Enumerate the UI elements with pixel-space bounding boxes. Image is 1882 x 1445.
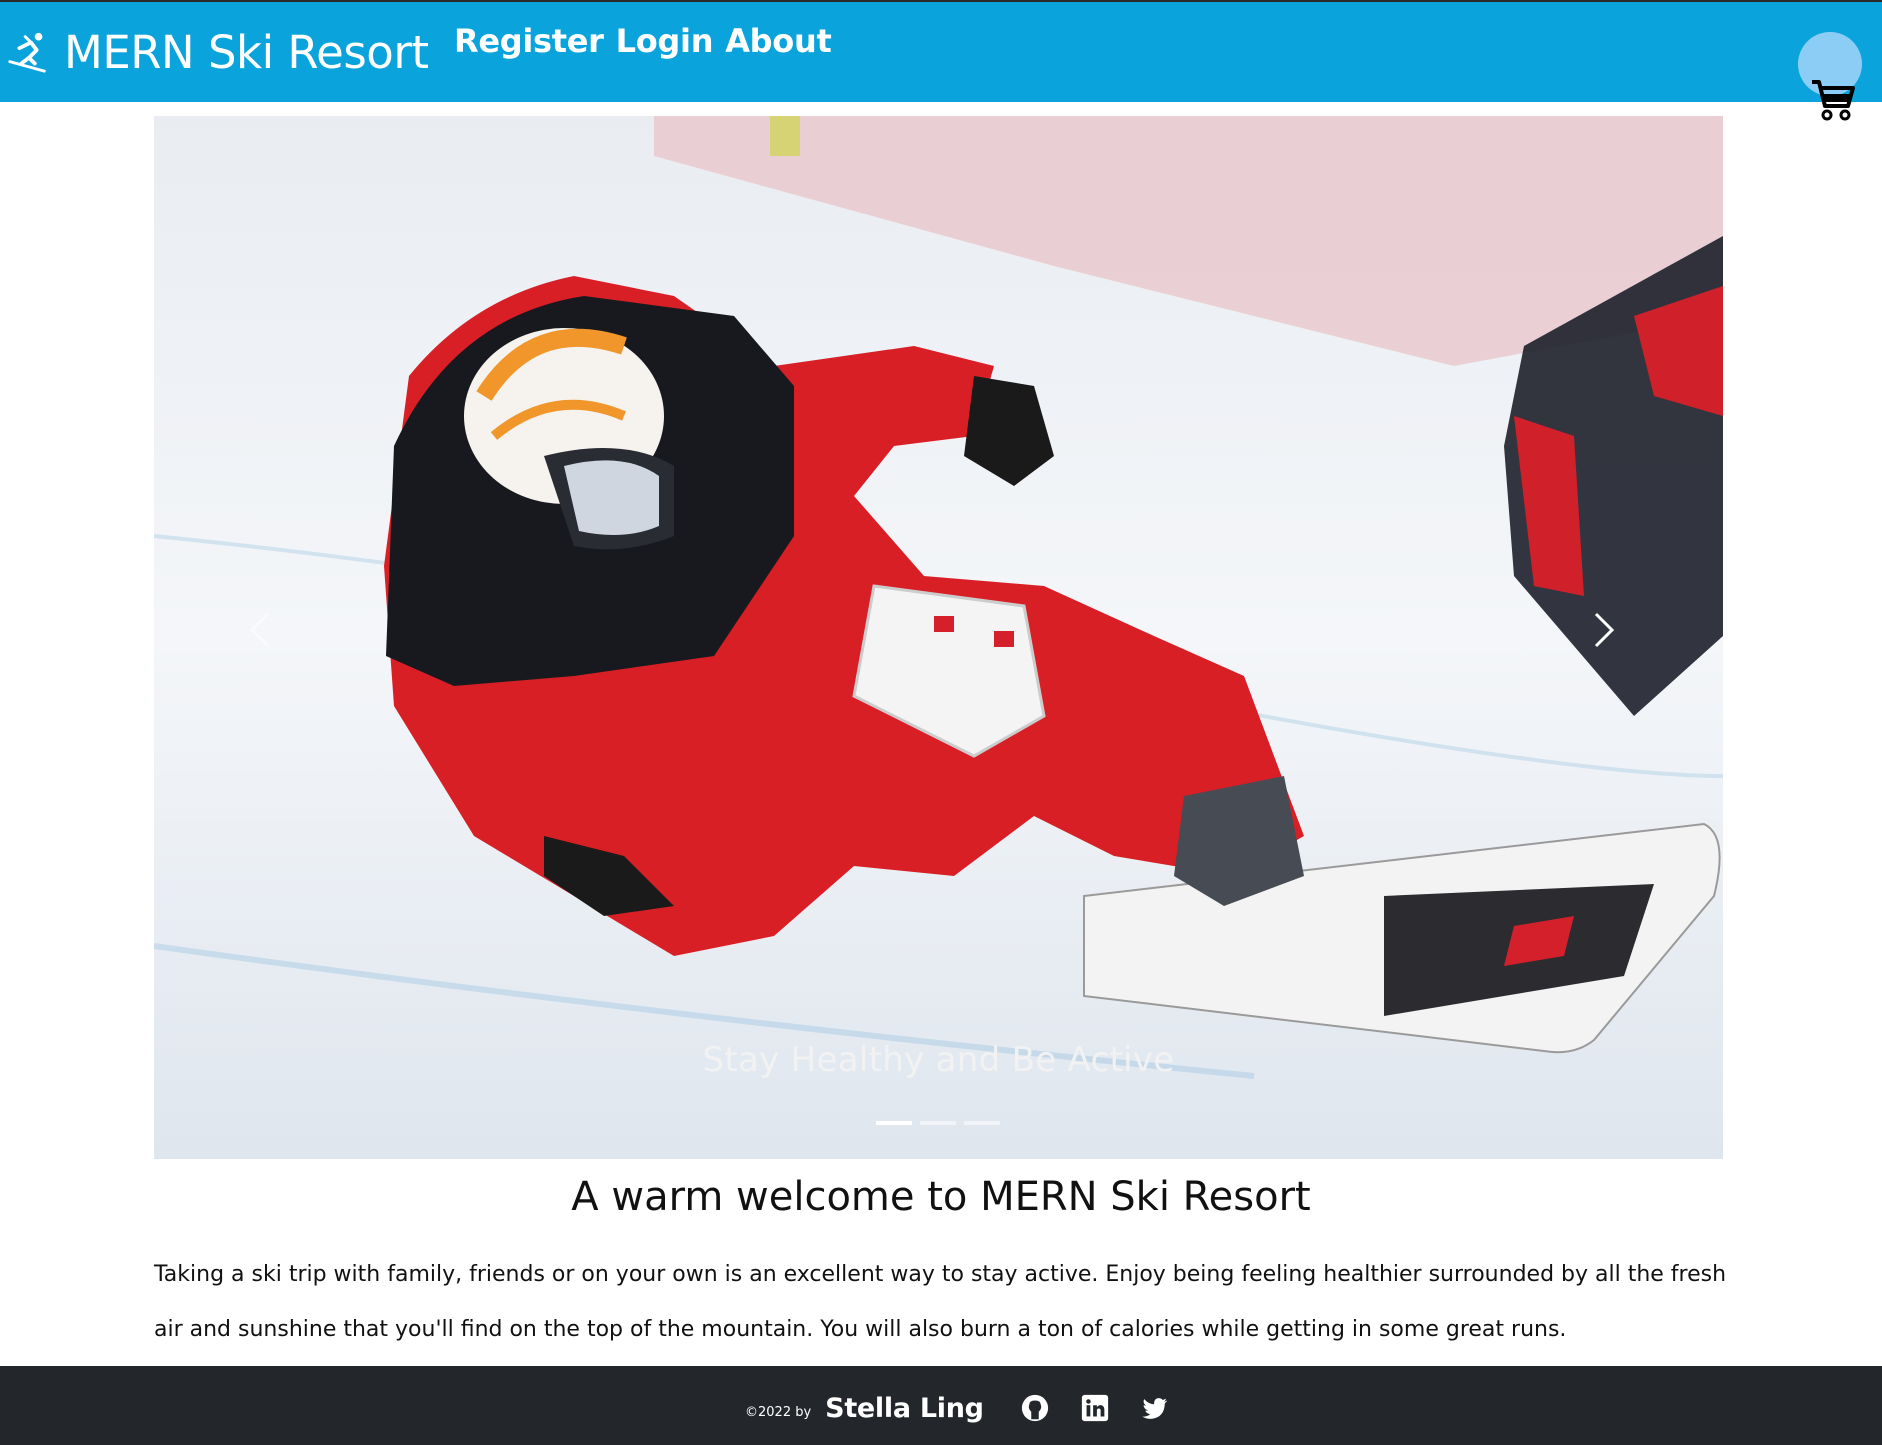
footer-content: ©2022 by Stella Ling: [745, 1388, 1200, 1428]
footer: ©2022 by Stella Ling: [0, 1366, 1882, 1445]
twitter-icon[interactable]: [1140, 1393, 1170, 1423]
brand-title: MERN Ski Resort: [64, 25, 429, 79]
navbar: MERN Ski Resort Register Login About: [0, 0, 1882, 121]
welcome-paragraph: Taking a ski trip with family, friends o…: [154, 1262, 1727, 1342]
nav-links: Register Login About: [454, 22, 832, 60]
welcome-title: A warm welcome to MERN Ski Resort: [571, 1174, 1311, 1220]
carousel-prev-button[interactable]: [230, 600, 290, 660]
chevron-left-icon: [249, 612, 270, 648]
linkedin-icon[interactable]: [1080, 1393, 1110, 1423]
footer-copyright: ©2022 by: [745, 1404, 812, 1420]
skier-icon: [8, 32, 46, 73]
snowboarder-slide-image: [154, 116, 1723, 1159]
brand-link[interactable]: MERN Ski Resort: [6, 22, 429, 82]
github-icon[interactable]: [1020, 1393, 1050, 1423]
carousel-indicators: [876, 1121, 1000, 1125]
nav-register-link[interactable]: Register: [454, 22, 604, 60]
cart-icon: [1812, 80, 1855, 121]
hero-carousel: Stay Healthy and Be Active: [154, 116, 1723, 1159]
carousel-caption: Stay Healthy and Be Active: [702, 1040, 1175, 1080]
chevron-right-icon: [1594, 612, 1615, 648]
carousel-indicator[interactable]: [876, 1121, 912, 1125]
carousel-indicator[interactable]: [964, 1121, 1000, 1125]
nav-about-link[interactable]: About: [725, 22, 832, 60]
carousel-next-button[interactable]: [1574, 600, 1634, 660]
nav-login-link[interactable]: Login: [616, 22, 714, 60]
cart-button[interactable]: [1794, 32, 1864, 122]
footer-author: Stella Ling: [825, 1392, 984, 1424]
carousel-indicator[interactable]: [920, 1121, 956, 1125]
